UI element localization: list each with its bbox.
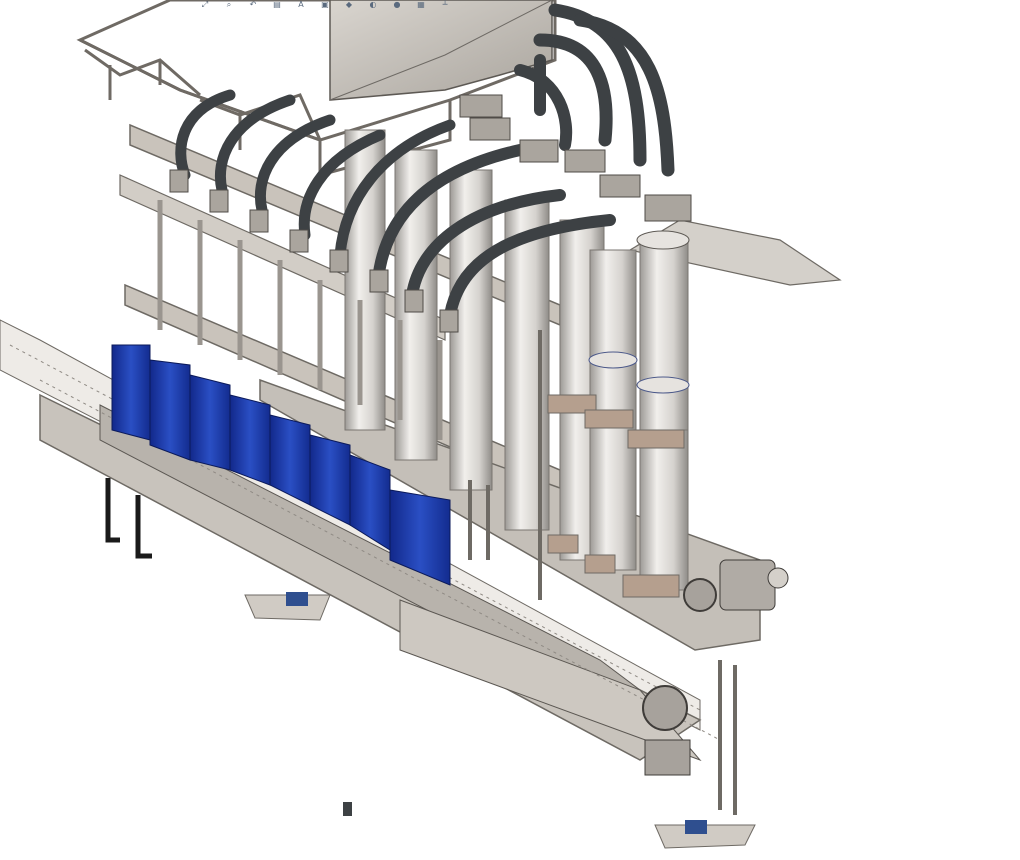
- view-settings-icon[interactable]: ┴: [438, 1, 452, 10]
- hide-show-icon[interactable]: ◐: [366, 1, 380, 10]
- hopper-tank: [329, 0, 553, 101]
- section-view-icon[interactable]: ▤: [270, 1, 284, 10]
- zoom-to-fit-icon[interactable]: ⤢: [198, 1, 212, 10]
- dynamic-annotation-icon[interactable]: A: [294, 1, 308, 10]
- previous-view-icon[interactable]: ↶: [246, 1, 260, 10]
- edit-appearance-icon[interactable]: ●: [390, 1, 404, 10]
- view-orientation-icon[interactable]: ▣: [318, 1, 332, 10]
- apply-scene-icon[interactable]: ▦: [414, 1, 428, 10]
- display-style-icon[interactable]: ◆: [342, 1, 356, 10]
- zoom-area-icon[interactable]: ⌕: [222, 1, 236, 10]
- assembly-render: [0, 0, 842, 849]
- model-viewport[interactable]: ⤢ ⌕ ↶ ▤ A ▣ ◆ ◐ ● ▦ ┴: [0, 0, 1020, 860]
- floating-fastener: [343, 802, 352, 816]
- heads-up-view-toolbar: ⤢ ⌕ ↶ ▤ A ▣ ◆ ◐ ● ▦ ┴: [168, 0, 582, 10]
